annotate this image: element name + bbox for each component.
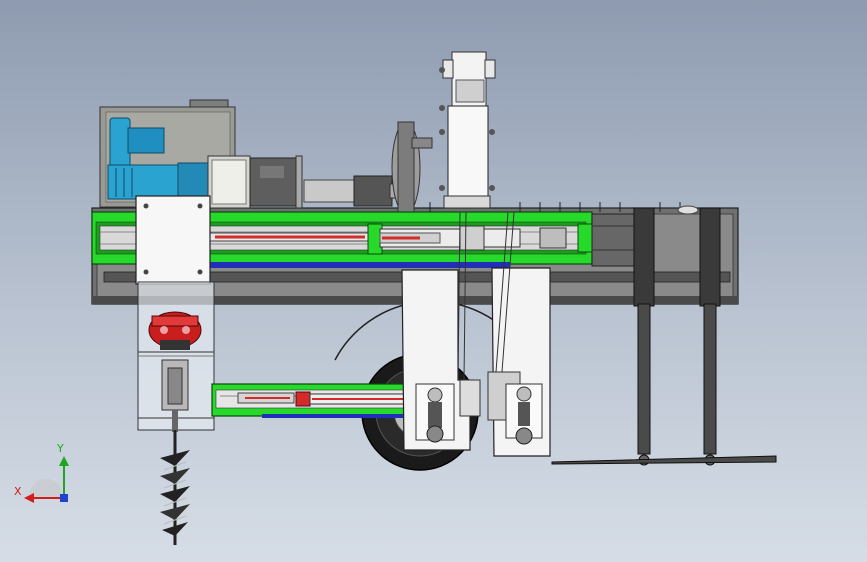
y-axis-label: Y [57,442,64,455]
upper-cross-members[interactable] [591,213,635,267]
drive-shaft[interactable] [303,175,401,207]
x-axis-label: X [14,485,22,498]
right-support-arm[interactable] [487,267,551,457]
graphics-viewport[interactable]: Y X [0,0,867,562]
coordinate-triad-icon: Y X [12,442,76,506]
ground-skid[interactable] [551,455,777,465]
carriage-plate[interactable] [135,195,211,285]
cad-model[interactable] [0,0,867,562]
coupling-block[interactable] [249,155,303,209]
brake-disc[interactable] [391,121,433,215]
mast-tower[interactable] [439,51,496,209]
auger-spiral[interactable] [160,430,190,545]
